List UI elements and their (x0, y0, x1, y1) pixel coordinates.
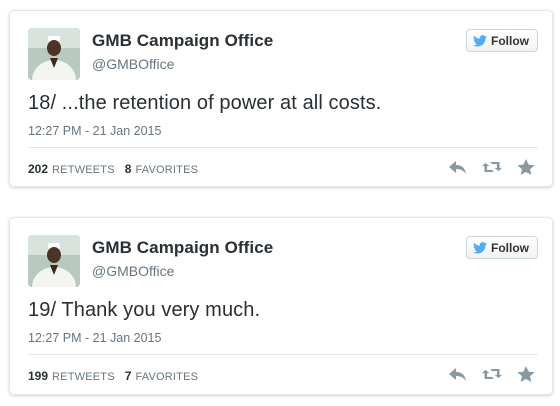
avatar[interactable] (28, 28, 80, 80)
avatar[interactable] (28, 235, 80, 287)
favorites-count[interactable]: 8 (125, 162, 132, 176)
tweet-card[interactable]: GMB Campaign Office @GMBOffice Follow 19… (9, 217, 553, 395)
reply-icon[interactable] (448, 365, 468, 383)
avatar-image (28, 28, 80, 80)
retweets-count[interactable]: 199 (28, 369, 48, 383)
favorite-star-icon[interactable] (516, 158, 536, 176)
author-name[interactable]: GMB Campaign Office (92, 31, 273, 51)
favorite-star-icon[interactable] (516, 365, 536, 383)
retweets-count[interactable]: 202 (28, 162, 48, 176)
favorites-count[interactable]: 7 (125, 369, 132, 383)
reply-icon[interactable] (448, 158, 468, 176)
twitter-bird-icon (473, 34, 487, 47)
tweet-text: 19/ Thank you very much. (28, 299, 261, 321)
tweet-stats: 202 RETWEETS 8 FAVORITES (28, 162, 204, 176)
tweet-actions (448, 158, 536, 176)
retweet-icon[interactable] (482, 365, 502, 383)
retweet-icon[interactable] (482, 158, 502, 176)
retweets-label[interactable]: RETWEETS (52, 371, 115, 383)
author-handle[interactable]: @GMBOffice (92, 263, 174, 279)
tweet-text: 18/ ...the retention of power at all cos… (28, 92, 382, 114)
follow-button[interactable]: Follow (466, 29, 538, 52)
tweet-timestamp[interactable]: 12:27 PM - 21 Jan 2015 (28, 331, 161, 345)
author-name[interactable]: GMB Campaign Office (92, 238, 273, 258)
retweets-label[interactable]: RETWEETS (52, 164, 115, 176)
twitter-bird-icon (473, 241, 487, 254)
tweet-actions (448, 365, 536, 383)
follow-label: Follow (491, 33, 529, 48)
avatar-image (28, 235, 80, 287)
favorites-label[interactable]: FAVORITES (135, 371, 198, 383)
tweet-timestamp[interactable]: 12:27 PM - 21 Jan 2015 (28, 124, 161, 138)
follow-label: Follow (491, 240, 529, 255)
author-handle[interactable]: @GMBOffice (92, 56, 174, 72)
divider (28, 354, 538, 355)
divider (28, 147, 538, 148)
favorites-label[interactable]: FAVORITES (135, 164, 198, 176)
tweet-stats: 199 RETWEETS 7 FAVORITES (28, 369, 204, 383)
follow-button[interactable]: Follow (466, 236, 538, 259)
tweet-card[interactable]: GMB Campaign Office @GMBOffice Follow 18… (9, 10, 553, 187)
